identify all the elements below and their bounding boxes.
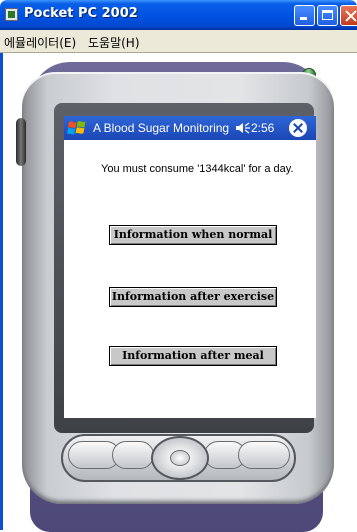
- speaker-icon[interactable]: [235, 122, 251, 134]
- minimize-button[interactable]: [294, 5, 315, 26]
- info-normal-button[interactable]: Information when normal: [109, 225, 277, 245]
- pda-clock[interactable]: 2:56: [251, 121, 274, 135]
- menu-bar: 에뮬레이터(E) 도움말(H): [0, 30, 357, 53]
- calorie-message: You must consume '1344kcal' for a day.: [101, 163, 294, 175]
- info-meal-button[interactable]: Information after meal: [109, 346, 277, 366]
- pda-screen: A Blood Sugar Monitoring 2:56 You must c…: [64, 116, 316, 418]
- window-title: Pocket PC 2002: [24, 6, 138, 21]
- close-icon[interactable]: [289, 119, 307, 137]
- window-frame-left: [0, 53, 3, 530]
- hardware-button-4[interactable]: [238, 441, 290, 469]
- menu-emulator[interactable]: 에뮬레이터(E): [4, 34, 76, 51]
- menu-help[interactable]: 도움말(H): [88, 34, 140, 51]
- pda-title-bar: A Blood Sugar Monitoring 2:56: [64, 116, 316, 140]
- side-jog-dial[interactable]: [16, 118, 26, 166]
- window-title-bar[interactable]: Pocket PC 2002: [0, 0, 357, 30]
- close-window-button[interactable]: [340, 5, 357, 26]
- navigation-pad-center[interactable]: [170, 450, 190, 466]
- pda-app-title: A Blood Sugar Monitoring: [93, 121, 230, 135]
- hardware-button-2[interactable]: [112, 441, 154, 469]
- info-exercise-button[interactable]: Information after exercise: [109, 287, 277, 307]
- emulator-icon[interactable]: [5, 8, 18, 21]
- maximize-button[interactable]: [317, 5, 338, 26]
- windows-flag-icon[interactable]: [67, 119, 87, 137]
